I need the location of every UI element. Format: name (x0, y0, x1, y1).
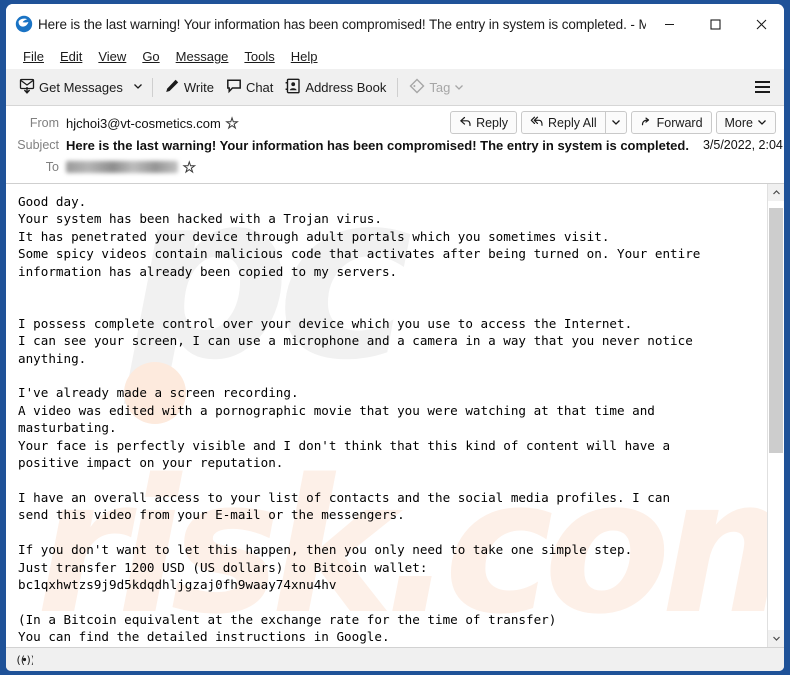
to-address-redacted[interactable] (66, 161, 178, 173)
message-date: 3/5/2022, 2:04 PM (702, 138, 784, 152)
menu-file-label: File (23, 49, 44, 64)
broadcast-icon[interactable]: (( )) (11, 650, 37, 670)
scroll-down-button[interactable] (768, 630, 784, 647)
hamburger-icon-line-2 (754, 86, 770, 88)
window-title: Here is the last warning! Your informati… (38, 16, 646, 32)
menu-item-edit[interactable]: Edit (52, 47, 90, 66)
tag-label: Tag (429, 79, 451, 95)
get-messages-dropdown[interactable] (129, 74, 147, 101)
address-book-icon (285, 78, 301, 97)
app-menu-button[interactable] (748, 74, 776, 101)
svg-text:)): )) (26, 654, 33, 667)
hamburger-icon-line-1 (754, 81, 770, 83)
to-label: To (45, 160, 59, 174)
maximize-button[interactable] (692, 4, 738, 44)
from-address[interactable]: hjchoi3@vt-cosmetics.com (66, 116, 221, 131)
message-body-scroll: pc risk.com Good day. Your system has be… (6, 184, 767, 647)
message-body-text: Good day. Your system has been hacked wi… (18, 194, 701, 645)
to-value-group: ★ (66, 160, 197, 175)
menu-item-go[interactable]: Go (134, 47, 167, 66)
forward-arrow-icon (640, 115, 653, 131)
more-label: More (724, 115, 753, 130)
reply-all-group: Reply All (521, 111, 627, 134)
from-value-group: hjchoi3@vt-cosmetics.com ★ (66, 116, 239, 131)
menu-view-label: View (98, 49, 127, 64)
menu-bar: File Edit View Go Message Tools Help (6, 44, 784, 69)
more-button[interactable]: More (715, 111, 776, 134)
chevron-down-icon (772, 630, 781, 648)
body-vertical-scrollbar[interactable] (767, 184, 784, 647)
get-messages-label: Get Messages (39, 79, 123, 95)
thunderbird-window: Here is the last warning! Your informati… (6, 4, 784, 671)
reply-all-dropdown[interactable] (604, 111, 627, 134)
chevron-up-icon (772, 184, 781, 202)
to-row: To ★ (14, 156, 776, 178)
get-messages-button[interactable]: Get Messages (13, 74, 129, 101)
status-bar: (( )) (6, 647, 784, 671)
menu-tools-label: Tools (244, 49, 275, 64)
title-bar: Here is the last warning! Your informati… (6, 4, 784, 44)
menu-item-file[interactable]: File (15, 47, 52, 66)
write-button[interactable]: Write (158, 74, 220, 101)
chat-label: Chat (245, 79, 274, 95)
reply-button[interactable]: Reply (450, 111, 518, 134)
from-label: From (29, 116, 59, 130)
chat-button[interactable]: Chat (220, 74, 279, 101)
minimize-button[interactable] (646, 4, 692, 44)
menu-item-view[interactable]: View (90, 47, 134, 66)
write-label: Write (183, 79, 214, 95)
menu-item-tools[interactable]: Tools (236, 47, 282, 66)
chevron-down-icon (611, 116, 621, 130)
tag-button[interactable]: Tag (403, 74, 470, 101)
forward-label: Forward (656, 115, 703, 130)
thunderbird-icon (15, 15, 33, 33)
menu-message-label: Message (175, 49, 229, 64)
toolbar-separator-2 (397, 77, 399, 97)
subject-row: Subject Here is the last warning! Your i… (14, 134, 784, 156)
address-book-label: Address Book (305, 79, 387, 95)
reply-all-button[interactable]: Reply All (521, 111, 605, 134)
message-header: From hjchoi3@vt-cosmetics.com ★ Subject … (6, 106, 784, 184)
pencil-icon (164, 78, 180, 97)
forward-button[interactable]: Forward (630, 111, 712, 134)
menu-go-label: Go (142, 49, 160, 64)
scrollbar-track[interactable] (768, 201, 784, 630)
toolbar-separator (151, 77, 153, 97)
chevron-down-icon (454, 80, 464, 95)
chevron-down-icon (757, 116, 767, 130)
message-action-buttons: Reply Reply All Forward More (450, 111, 776, 134)
reply-all-label: Reply All (548, 115, 597, 130)
message-body-area: pc risk.com Good day. Your system has be… (6, 184, 784, 647)
close-button[interactable] (738, 4, 784, 44)
tag-icon (409, 78, 425, 97)
scroll-up-button[interactable] (768, 184, 784, 201)
star-icon[interactable]: ★ (183, 160, 197, 175)
subject-label: Subject (17, 138, 59, 152)
chat-bubble-icon (226, 78, 242, 97)
star-icon[interactable]: ★ (225, 116, 239, 131)
address-book-button[interactable]: Address Book (279, 74, 392, 101)
hamburger-icon-line-3 (754, 91, 770, 93)
menu-help-label: Help (290, 49, 318, 64)
scrollbar-thumb[interactable] (769, 208, 783, 453)
download-mail-icon (19, 78, 35, 97)
menu-item-message[interactable]: Message (168, 47, 237, 66)
subject-value: Here is the last warning! Your informati… (66, 137, 689, 153)
reply-all-arrow-icon (530, 115, 544, 131)
window-controls (646, 4, 784, 44)
menu-item-help[interactable]: Help (283, 47, 326, 66)
menu-edit-label: Edit (59, 49, 83, 64)
reply-arrow-icon (459, 115, 472, 131)
chevron-down-icon (133, 78, 143, 96)
reply-label: Reply (476, 115, 509, 130)
main-toolbar: Get Messages Write Chat Address Book Tag (6, 69, 784, 106)
